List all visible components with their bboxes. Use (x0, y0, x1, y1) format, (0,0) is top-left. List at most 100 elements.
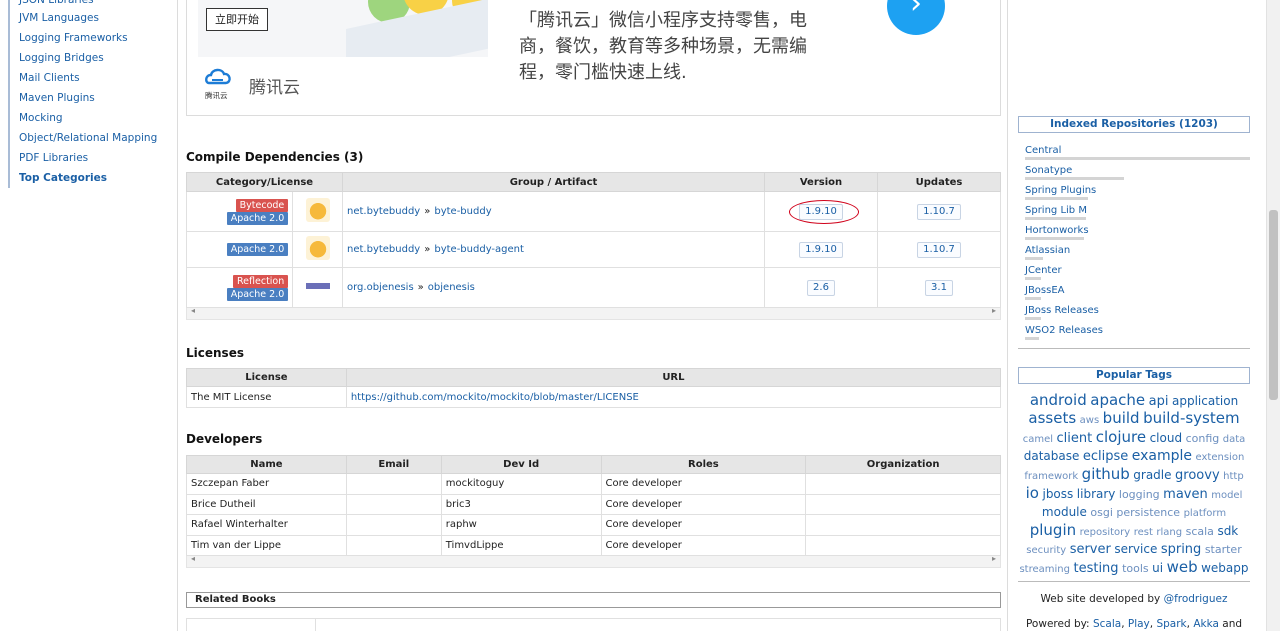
repository-link[interactable]: JCenter (1025, 265, 1062, 276)
ad-arrow-icon[interactable]: › (887, 0, 945, 35)
tag-link[interactable]: clojure (1096, 428, 1146, 446)
left-nav-item[interactable]: Object/Relational Mapping (8, 128, 176, 148)
repository-link[interactable]: WSO2 Releases (1025, 325, 1103, 336)
tag-link[interactable]: security (1026, 545, 1066, 556)
group-link[interactable]: org.objenesis (347, 282, 414, 293)
tag-link[interactable]: example (1132, 448, 1192, 464)
group-link[interactable]: net.bytebuddy (347, 206, 420, 217)
page-vertical-scrollbar[interactable] (1266, 0, 1280, 631)
tag-link[interactable]: extension (1196, 452, 1245, 463)
repository-link[interactable]: Spring Lib M (1025, 205, 1087, 216)
developers-horizontal-scrollbar[interactable]: ◂ ▸ (186, 554, 1001, 568)
repository-link[interactable]: Sonatype (1025, 165, 1072, 176)
tag-link[interactable]: starter (1205, 543, 1242, 556)
tag-link[interactable]: data (1223, 434, 1246, 445)
left-nav-item[interactable]: Top Categories (8, 168, 176, 188)
tag-link[interactable]: scala (1186, 525, 1214, 538)
tag-link[interactable]: rest (1134, 527, 1153, 538)
left-nav-item[interactable]: JVM Languages (8, 8, 176, 28)
tag-link[interactable]: application (1172, 394, 1238, 408)
tag-link[interactable]: model (1211, 490, 1242, 501)
powered-akka-link[interactable]: Akka (1193, 618, 1219, 630)
version-link[interactable]: 2.6 (807, 279, 835, 296)
powered-spark-link[interactable]: Spark (1156, 618, 1186, 630)
tag-link[interactable]: github (1082, 465, 1130, 483)
tag-link[interactable]: cloud (1150, 431, 1183, 445)
tag-link[interactable]: logging (1119, 488, 1160, 501)
tag-link[interactable]: gradle (1133, 468, 1171, 482)
ad-banner[interactable]: 立即开始 腾讯云 腾讯云 「腾讯云」微信小程序支持零售，电商，餐饮，教育等多种场… (186, 0, 1001, 116)
tag-link[interactable]: sdk (1217, 524, 1238, 538)
left-nav-item[interactable]: Maven Plugins (8, 88, 176, 108)
category-badge[interactable]: Apache 2.0 (226, 287, 289, 301)
left-nav-item[interactable]: Mocking (8, 108, 176, 128)
artifact-link[interactable]: objenesis (428, 282, 475, 293)
tag-link[interactable]: android (1030, 391, 1087, 409)
footer-developer-link[interactable]: @frodriguez (1164, 593, 1228, 605)
dependencies-horizontal-scrollbar[interactable]: ◂ ▸ (186, 306, 1001, 320)
tag-link[interactable]: config (1186, 432, 1220, 445)
tag-link[interactable]: framework (1024, 471, 1078, 482)
category-badge[interactable]: Bytecode (235, 198, 289, 212)
tag-link[interactable]: http (1223, 471, 1244, 482)
tag-link[interactable]: platform (1184, 508, 1227, 519)
indexed-repositories-title[interactable]: Indexed Repositories (1203) (1018, 116, 1250, 133)
tag-link[interactable]: jboss (1042, 487, 1073, 501)
repository-link[interactable]: Spring Plugins (1025, 185, 1096, 196)
tag-link[interactable]: camel (1023, 434, 1053, 445)
version-link[interactable]: 1.9.10 (799, 241, 843, 258)
repository-link[interactable]: JBoss Releases (1025, 305, 1099, 316)
tag-link[interactable]: service (1114, 542, 1157, 556)
category-badge[interactable]: Apache 2.0 (226, 211, 289, 225)
tag-link[interactable]: web (1167, 558, 1198, 576)
tag-link[interactable]: module (1042, 505, 1087, 519)
tag-link[interactable]: spring (1161, 542, 1201, 557)
update-version-link[interactable]: 1.10.7 (917, 203, 961, 220)
tag-link[interactable]: io (1026, 484, 1039, 502)
ad-start-button[interactable]: 立即开始 (206, 8, 268, 31)
tag-link[interactable]: rlang (1156, 527, 1182, 538)
powered-scala-link[interactable]: Scala (1093, 618, 1121, 630)
tag-link[interactable]: plugin (1030, 521, 1076, 539)
tag-link[interactable]: streaming (1019, 564, 1070, 575)
artifact-link[interactable]: byte-buddy (434, 206, 491, 217)
tag-link[interactable]: apache (1090, 391, 1145, 409)
repository-link[interactable]: Atlassian (1025, 245, 1070, 256)
tag-link[interactable]: osgi (1090, 506, 1113, 519)
tag-link[interactable]: client (1057, 431, 1093, 446)
tag-link[interactable]: maven (1163, 487, 1208, 502)
artifact-link[interactable]: byte-buddy-agent (434, 244, 524, 255)
tag-link[interactable]: ui (1152, 561, 1163, 575)
repository-link[interactable]: JBossEA (1025, 285, 1065, 296)
tag-link[interactable]: webapp (1201, 561, 1248, 575)
tag-link[interactable]: tools (1122, 562, 1149, 575)
left-nav-item[interactable]: Logging Bridges (8, 48, 176, 68)
tag-link[interactable]: aws (1080, 415, 1100, 426)
category-badge[interactable]: Apache 2.0 (226, 243, 289, 256)
tag-link[interactable]: server (1070, 542, 1111, 557)
update-version-link[interactable]: 1.10.7 (917, 241, 961, 258)
tag-link[interactable]: build (1103, 409, 1140, 427)
tag-link[interactable]: library (1077, 487, 1116, 501)
page-scrollbar-thumb[interactable] (1269, 210, 1278, 400)
tag-link[interactable]: build-system (1143, 409, 1240, 427)
ad-text[interactable]: 「腾讯云」微信小程序支持零售，电商，餐饮，教育等多种场景，无需编程，零门槛快速上… (519, 8, 839, 86)
left-nav-item[interactable]: Mail Clients (8, 68, 176, 88)
left-nav-item[interactable]: PDF Libraries (8, 148, 176, 168)
powered-play-link[interactable]: Play (1128, 618, 1150, 630)
tag-link[interactable]: testing (1073, 561, 1118, 576)
tag-link[interactable]: eclipse (1083, 449, 1128, 464)
tag-link[interactable]: persistence (1116, 506, 1180, 519)
left-nav-item[interactable]: Logging Frameworks (8, 28, 176, 48)
category-badge[interactable]: Reflection (233, 274, 289, 288)
tag-link[interactable]: database (1024, 449, 1080, 463)
license-url-link[interactable]: https://github.com/mockito/mockito/blob/… (351, 392, 639, 403)
tag-link[interactable]: groovy (1175, 468, 1220, 483)
repository-link[interactable]: Central (1025, 145, 1061, 156)
update-version-link[interactable]: 3.1 (925, 279, 953, 296)
tag-link[interactable]: api (1149, 394, 1169, 409)
group-link[interactable]: net.bytebuddy (347, 244, 420, 255)
repository-link[interactable]: Hortonworks (1025, 225, 1089, 236)
tag-link[interactable]: assets (1028, 409, 1076, 427)
tag-link[interactable]: repository (1080, 527, 1131, 538)
